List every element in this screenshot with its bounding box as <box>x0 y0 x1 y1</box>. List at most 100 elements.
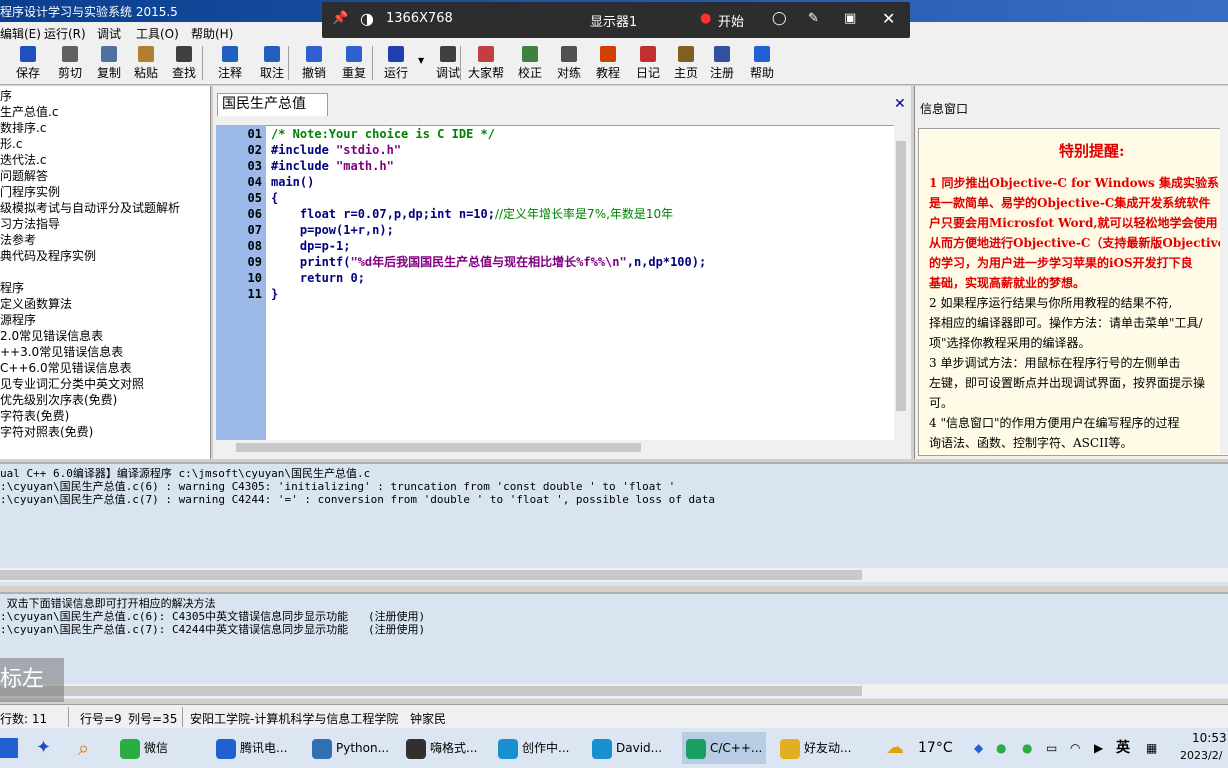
toolbar-button-practice[interactable]: 对练 <box>551 44 587 82</box>
tree-item[interactable]: 级模拟考试与自动评分及试题解析 <box>0 200 180 216</box>
editor-vscroll-thumb[interactable] <box>896 141 906 411</box>
toolbar-button-undo[interactable]: 撤销 <box>296 44 332 82</box>
line-number[interactable]: 11 <box>216 286 262 302</box>
tree-item[interactable]: 数排序.c <box>0 120 46 136</box>
taskbar-app[interactable]: David... <box>588 732 666 764</box>
toolbar-button-register[interactable]: 注册 <box>704 44 740 82</box>
code-line[interactable]: p=pow(1+r,n); <box>271 222 394 238</box>
help-hscrollbar[interactable] <box>0 684 1228 698</box>
tree-item[interactable]: 定义函数算法 <box>0 296 72 312</box>
wechat-tray-icon[interactable]: ● <box>996 732 1006 764</box>
help-hscroll-thumb[interactable] <box>0 686 862 696</box>
editor-hscroll-thumb[interactable] <box>236 443 641 452</box>
tree-item[interactable]: 问题解答 <box>0 168 48 184</box>
compile-message[interactable]: ual C++ 6.0编译器】编译源程序 c:\jmsoft\cyuyan\国民… <box>0 467 370 480</box>
tree-item[interactable]: 2.0常见错误信息表 <box>0 328 103 344</box>
tab-gdp-source[interactable]: 国民生产总值 <box>217 93 328 116</box>
menu-edit[interactable]: 编辑(E) <box>0 25 41 42</box>
monitor-label[interactable]: 显示器1 <box>590 11 637 30</box>
editor-hscrollbar[interactable] <box>216 440 908 455</box>
tree-item[interactable]: 典代码及程序实例 <box>0 248 96 264</box>
search-icon[interactable]: ⌕ <box>78 732 89 764</box>
compile-message[interactable]: :\cyuyan\国民生产总值.c(7) : warning C4244: '=… <box>0 493 715 506</box>
taskbar-app[interactable]: 创作中... <box>494 732 573 764</box>
editor-vscrollbar[interactable] <box>894 125 908 440</box>
toolbar-button-find[interactable]: 查找 <box>166 44 202 82</box>
wechat-tray-icon-2[interactable]: ● <box>1022 732 1032 764</box>
help-message[interactable]: 双击下面错误信息即可打开相应的解决方法 <box>0 597 216 610</box>
start-icon[interactable] <box>0 738 18 758</box>
toolbar-button-tutorial[interactable]: 教程 <box>590 44 626 82</box>
line-number[interactable]: 09 <box>216 254 262 270</box>
taskbar-app[interactable]: 微信 <box>116 732 172 764</box>
menu-run[interactable]: 运行(R) <box>44 25 86 42</box>
tree-item[interactable]: 序 <box>0 88 12 104</box>
tree-item[interactable]: 法参考 <box>0 232 36 248</box>
clock-date[interactable]: 2023/2/ <box>1180 749 1222 762</box>
toolbar-button-home[interactable]: 主页 <box>668 44 704 82</box>
tree-item[interactable]: 门程序实例 <box>0 184 60 200</box>
pen-icon[interactable]: ✎ <box>808 11 819 26</box>
taskbar-app[interactable]: 腾讯电... <box>212 732 291 764</box>
toolbar-button-copy[interactable]: 复制 <box>91 44 127 82</box>
code-line[interactable]: float r=0.07,p,dp;int n=10;//定义年增长率是7%,年… <box>271 206 673 222</box>
shield-icon[interactable]: ◆ <box>974 732 983 764</box>
line-number[interactable]: 01 <box>216 126 262 142</box>
toolbar-button-cut[interactable]: 剪切 <box>52 44 88 82</box>
line-number[interactable]: 03 <box>216 158 262 174</box>
volume-icon[interactable]: ▶ <box>1094 732 1103 764</box>
line-gutter[interactable]: 01 02 03 04 05 06 07 08 09 10 11 <box>216 125 266 440</box>
code-line[interactable]: return 0; <box>271 270 365 286</box>
line-number[interactable]: 06 <box>216 206 262 222</box>
tree-item[interactable]: 源程序 <box>0 312 36 328</box>
toolbar-button-check[interactable]: 校正 <box>512 44 548 82</box>
line-number[interactable]: 08 <box>216 238 262 254</box>
code-line[interactable]: #include "stdio.h" <box>271 142 401 158</box>
chat-icon[interactable]: ◯ <box>772 11 787 26</box>
pin-icon[interactable]: 📌 <box>332 11 348 26</box>
menu-debug[interactable]: 调试 <box>97 25 121 42</box>
tree-item[interactable]: 迭代法.c <box>0 152 46 168</box>
tree-item[interactable]: 程序 <box>0 280 24 296</box>
error-help-output[interactable]: 双击下面错误信息即可打开相应的解决方法:\cyuyan\国民生产总值.c(6):… <box>0 592 1228 699</box>
compile-hscroll-thumb[interactable] <box>0 570 862 580</box>
taskbar-app[interactable]: C/C++... <box>682 732 767 764</box>
code-line[interactable]: #include "math.h" <box>271 158 394 174</box>
info-vscrollbar[interactable] <box>1220 128 1228 454</box>
resolution-label[interactable]: 1366X768 <box>386 11 453 26</box>
tree-item[interactable]: 形.c <box>0 136 22 152</box>
tree-item[interactable]: 见专业词汇分类中英文对照 <box>0 376 144 392</box>
network-icon[interactable]: ▭ <box>1046 732 1057 764</box>
toolbar-button-run[interactable]: 运行 <box>378 44 414 82</box>
toolbar-button-diary[interactable]: 日记 <box>630 44 666 82</box>
line-number[interactable]: 10 <box>216 270 262 286</box>
wifi-icon[interactable]: ◠ <box>1070 732 1080 764</box>
menu-help[interactable]: 帮助(H) <box>191 25 233 42</box>
run-dropdown-icon[interactable]: ▼ <box>418 56 424 65</box>
toolbar-button-community[interactable]: 大家帮 <box>468 44 504 82</box>
camera-icon[interactable]: ▣ <box>844 11 856 26</box>
taskbar-app[interactable]: Python... <box>308 732 393 764</box>
code-line[interactable]: /* Note:Your choice is C IDE */ <box>271 126 495 142</box>
toolbar-button-uncomment[interactable]: 取注 <box>254 44 290 82</box>
taskbar-app[interactable]: 嗨格式... <box>402 732 481 764</box>
toolbar-button-comment[interactable]: 注释 <box>212 44 248 82</box>
menu-tools[interactable]: 工具(O) <box>136 25 179 42</box>
code-line[interactable]: { <box>271 190 278 206</box>
tree-item[interactable]: 优先级别次序表(免费) <box>0 392 117 408</box>
toolbar-button-save[interactable]: 保存 <box>10 44 46 82</box>
line-number[interactable]: 07 <box>216 222 262 238</box>
toolbar-button-help[interactable]: 帮助 <box>744 44 780 82</box>
code-line[interactable]: dp=p-1; <box>271 238 351 254</box>
line-number[interactable]: 04 <box>216 174 262 190</box>
tree-item[interactable]: 习方法指导 <box>0 216 60 232</box>
close-icon[interactable]: ✕ <box>882 9 895 28</box>
line-number[interactable]: 02 <box>216 142 262 158</box>
clock-time[interactable]: 10:53 <box>1192 731 1227 745</box>
contrast-icon[interactable]: ◑ <box>360 9 374 28</box>
close-editor-icon[interactable]: ✕ <box>894 96 906 112</box>
browser-icon[interactable]: ✦ <box>36 732 51 764</box>
tree-item[interactable]: 字符对照表(免费) <box>0 424 93 440</box>
start-button[interactable]: 开始 <box>718 11 744 30</box>
ime-indicator[interactable]: 英 <box>1116 732 1130 764</box>
